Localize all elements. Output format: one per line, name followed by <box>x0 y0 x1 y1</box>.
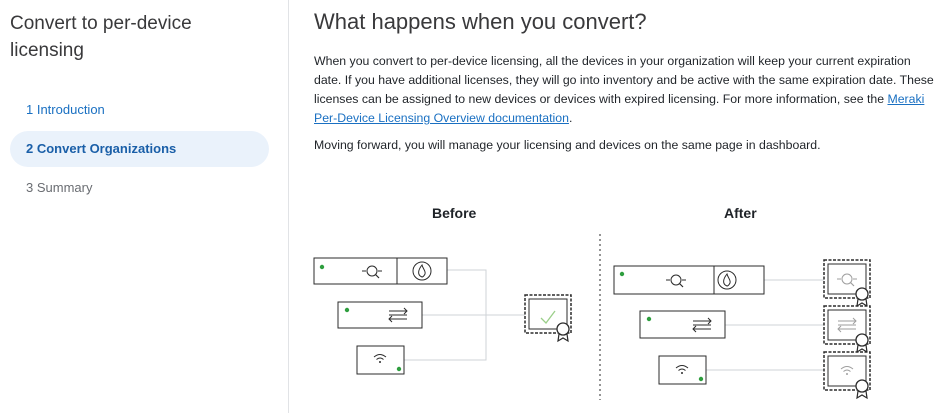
wireless-access-point-icon <box>356 345 405 375</box>
conversion-diagram <box>313 234 871 400</box>
license-certificate-icon <box>823 305 871 353</box>
wireless-access-point-icon <box>658 355 707 385</box>
switch-icon <box>337 301 423 329</box>
security-appliance-icon <box>313 257 448 285</box>
license-certificate-icon <box>524 294 572 342</box>
switch-icon <box>639 310 726 339</box>
security-appliance-icon <box>613 265 765 295</box>
license-certificate-icon <box>823 351 871 399</box>
license-certificate-icon <box>823 259 871 307</box>
